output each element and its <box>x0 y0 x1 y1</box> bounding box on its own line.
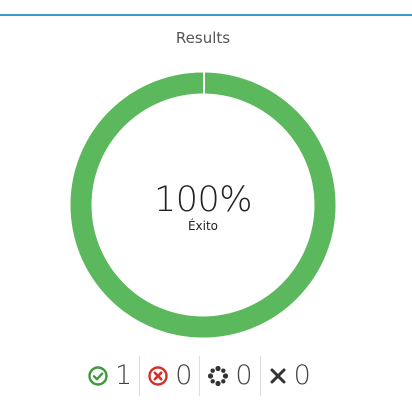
check-circle-icon <box>88 366 108 386</box>
stat-skipped[interactable]: 0 <box>259 356 318 396</box>
failed-count: 0 <box>175 360 193 391</box>
result-stats-bar: 1 0 0 0 <box>80 356 318 396</box>
stat-pending[interactable]: 0 <box>199 356 259 396</box>
passed-count: 1 <box>115 360 133 391</box>
success-label: Éxito <box>187 219 219 233</box>
panel-top-border <box>0 14 412 16</box>
stat-failed[interactable]: 0 <box>139 356 199 396</box>
x-icon <box>270 368 286 384</box>
spinner-icon <box>208 365 229 387</box>
x-circle-icon <box>148 366 168 386</box>
panel-title: Results <box>175 29 231 47</box>
skipped-count: 0 <box>293 360 311 391</box>
success-percent: 100% <box>153 180 253 220</box>
stat-passed[interactable]: 1 <box>80 356 139 396</box>
pending-count: 0 <box>235 360 253 391</box>
